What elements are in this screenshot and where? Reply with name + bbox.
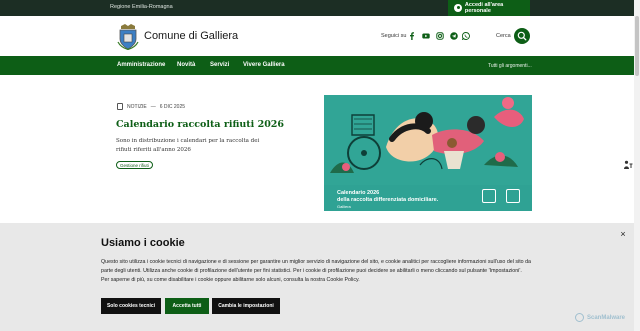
site-header: Comune di Galliera Seguici su Cerca: [0, 16, 640, 56]
youtube-icon[interactable]: [422, 32, 430, 40]
cookie-text: Questo sito utilizza i cookie tecnici di…: [101, 259, 531, 283]
watermark-icon: [575, 313, 584, 322]
municipal-crest-logo[interactable]: [117, 24, 139, 50]
facebook-icon[interactable]: [408, 32, 416, 40]
hero-line-1: Calendario 2026: [337, 190, 380, 196]
site-title[interactable]: Comune di Galliera: [144, 30, 238, 42]
search-icon: [517, 31, 527, 41]
social-label: Seguici su: [381, 33, 407, 39]
nav-item-amministrazione[interactable]: Amministrazione: [117, 62, 165, 68]
user-icon: [454, 4, 462, 12]
instagram-icon[interactable]: [436, 32, 444, 40]
article-date: 6 DIC 2025: [159, 103, 186, 110]
whatsapp-icon[interactable]: [462, 32, 470, 40]
search-button[interactable]: [514, 28, 530, 44]
login-button[interactable]: Accedi all'area personale: [448, 0, 530, 16]
cookie-banner: × Usiamo i cookie Questo sito utilizza i…: [0, 223, 640, 331]
all-topics-link[interactable]: Tutti gli argomenti...: [488, 63, 532, 69]
hero-caption: Calendario 2026 della raccolta differenz…: [324, 185, 532, 211]
hero-line-3: Galliera: [337, 204, 351, 209]
top-bar: Regione Emilia-Romagna Accedi all'area p…: [0, 0, 640, 16]
nav-item-servizi[interactable]: Servizi: [210, 62, 229, 68]
region-link[interactable]: Regione Emilia-Romagna: [110, 4, 173, 10]
change-settings-button[interactable]: Cambia le impostazioni: [212, 298, 280, 314]
nav-item-vivere-galliera[interactable]: Vivere Galliera: [243, 62, 285, 68]
technical-cookies-button[interactable]: Solo cookies tecnici: [101, 298, 161, 314]
document-icon: [117, 103, 123, 110]
article-excerpt: Sono in distribuzione i calendari per la…: [116, 138, 260, 153]
watermark-text: ScanMalware: [587, 314, 626, 321]
article-title[interactable]: Calendario raccolta rifiuti 2026: [116, 119, 284, 130]
close-icon[interactable]: ×: [618, 229, 628, 239]
article-tag[interactable]: Gestione rifiuti: [116, 161, 153, 169]
calendar-icon: [482, 189, 496, 203]
scrollbar-thumb[interactable]: [635, 16, 639, 76]
search-label: Cerca: [496, 33, 511, 39]
meta-separator: —: [150, 103, 156, 110]
telegram-icon[interactable]: [450, 32, 458, 40]
hero-line-2: della raccolta differenziata domiciliare…: [337, 197, 439, 203]
nav-item-novita[interactable]: Novità: [177, 62, 195, 68]
bin-icon: [506, 189, 520, 203]
accept-all-button[interactable]: Accetta tutti: [165, 298, 209, 314]
scrollbar[interactable]: [634, 0, 640, 331]
main-nav: Amministrazione Novità Servizi Vivere Ga…: [0, 56, 640, 75]
page: Regione Emilia-Romagna Accedi all'area p…: [0, 0, 640, 331]
login-label: Accedi all'area personale: [464, 2, 504, 14]
cookie-title: Usiamo i cookie: [101, 237, 185, 249]
article-meta: NOTIZIE — 6 DIC 2025: [117, 103, 185, 110]
article-category: NOTIZIE: [127, 103, 147, 110]
scanmalware-watermark: ScanMalware: [575, 313, 625, 322]
recycling-illustration: [324, 95, 532, 185]
accessibility-icon[interactable]: [623, 160, 633, 170]
